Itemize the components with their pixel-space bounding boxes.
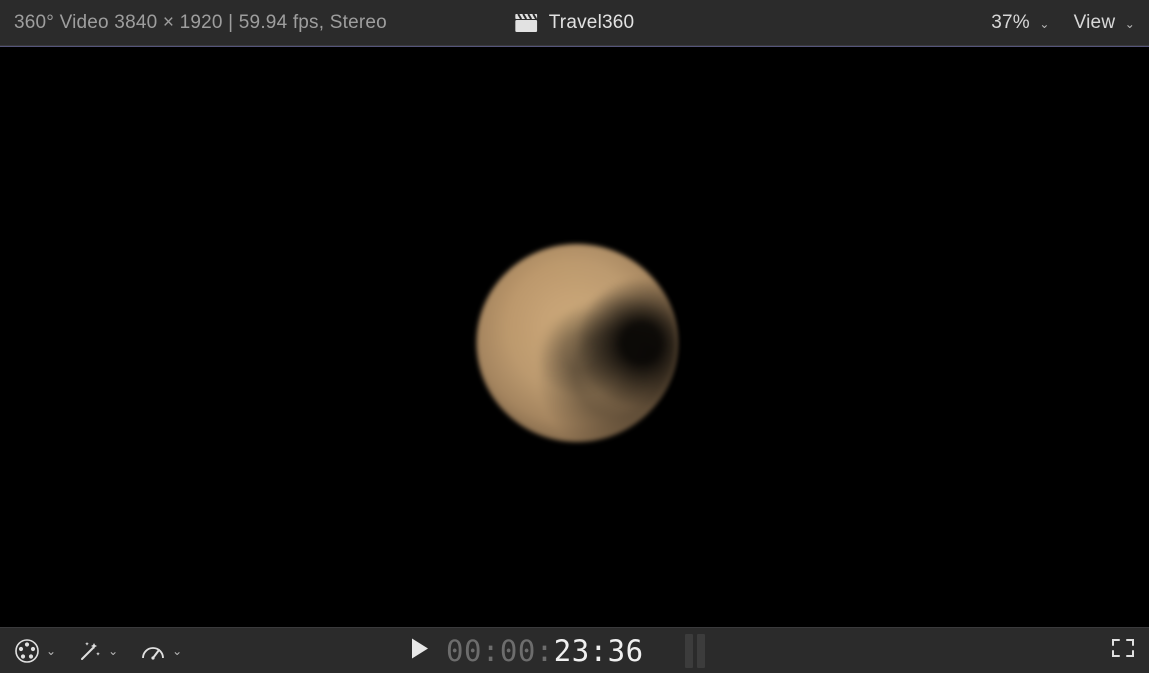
chevron-down-icon: ⌄ xyxy=(108,644,118,658)
clip-title: Travel360 xyxy=(549,12,635,34)
viewer-bottombar: ⌄ ⌄ xyxy=(0,627,1149,673)
fullscreen-button[interactable] xyxy=(1111,638,1135,663)
chevron-down-icon: ⌄ xyxy=(172,644,182,658)
tiny-planet-terminator xyxy=(476,244,677,442)
retime-popup-button[interactable]: ⌄ xyxy=(140,641,182,661)
effects-reel-icon xyxy=(14,638,40,664)
viewer-canvas[interactable] xyxy=(0,46,1149,627)
chevron-down-icon: ⌄ xyxy=(46,644,56,658)
zoom-level-label: 37% xyxy=(991,12,1030,33)
timecode-zero-prefix: 00:00: xyxy=(446,634,554,668)
viewer-topbar: 360° Video 3840 × 1920 | 59.94 fps, Ster… xyxy=(0,0,1149,46)
chevron-down-icon: ⌄ xyxy=(1039,17,1049,31)
clapperboard-icon xyxy=(515,14,537,32)
audio-meters[interactable] xyxy=(685,634,705,668)
play-button[interactable] xyxy=(410,637,430,664)
audio-meter-left xyxy=(685,634,693,668)
view-dropdown[interactable]: View ⌄ xyxy=(1074,12,1135,34)
clip-format-info: 360° Video 3840 × 1920 | 59.94 fps, Ster… xyxy=(14,12,387,34)
timecode-value: 23:36 xyxy=(554,634,644,668)
enhance-popup-button[interactable]: ⌄ xyxy=(78,639,118,663)
timecode-display[interactable]: 00:00:23:36 xyxy=(446,634,644,668)
play-icon xyxy=(410,637,430,659)
zoom-dropdown[interactable]: 37% ⌄ xyxy=(991,12,1049,34)
effects-popup-button[interactable]: ⌄ xyxy=(14,638,56,664)
audio-meter-right xyxy=(697,634,705,668)
view-menu-label: View xyxy=(1074,12,1116,33)
enhance-wand-icon xyxy=(78,639,102,663)
chevron-down-icon: ⌄ xyxy=(1125,17,1135,31)
retime-gauge-icon xyxy=(140,641,166,661)
viewer-panel: 360° Video 3840 × 1920 | 59.94 fps, Ster… xyxy=(0,0,1149,673)
fullscreen-icon xyxy=(1111,638,1135,658)
